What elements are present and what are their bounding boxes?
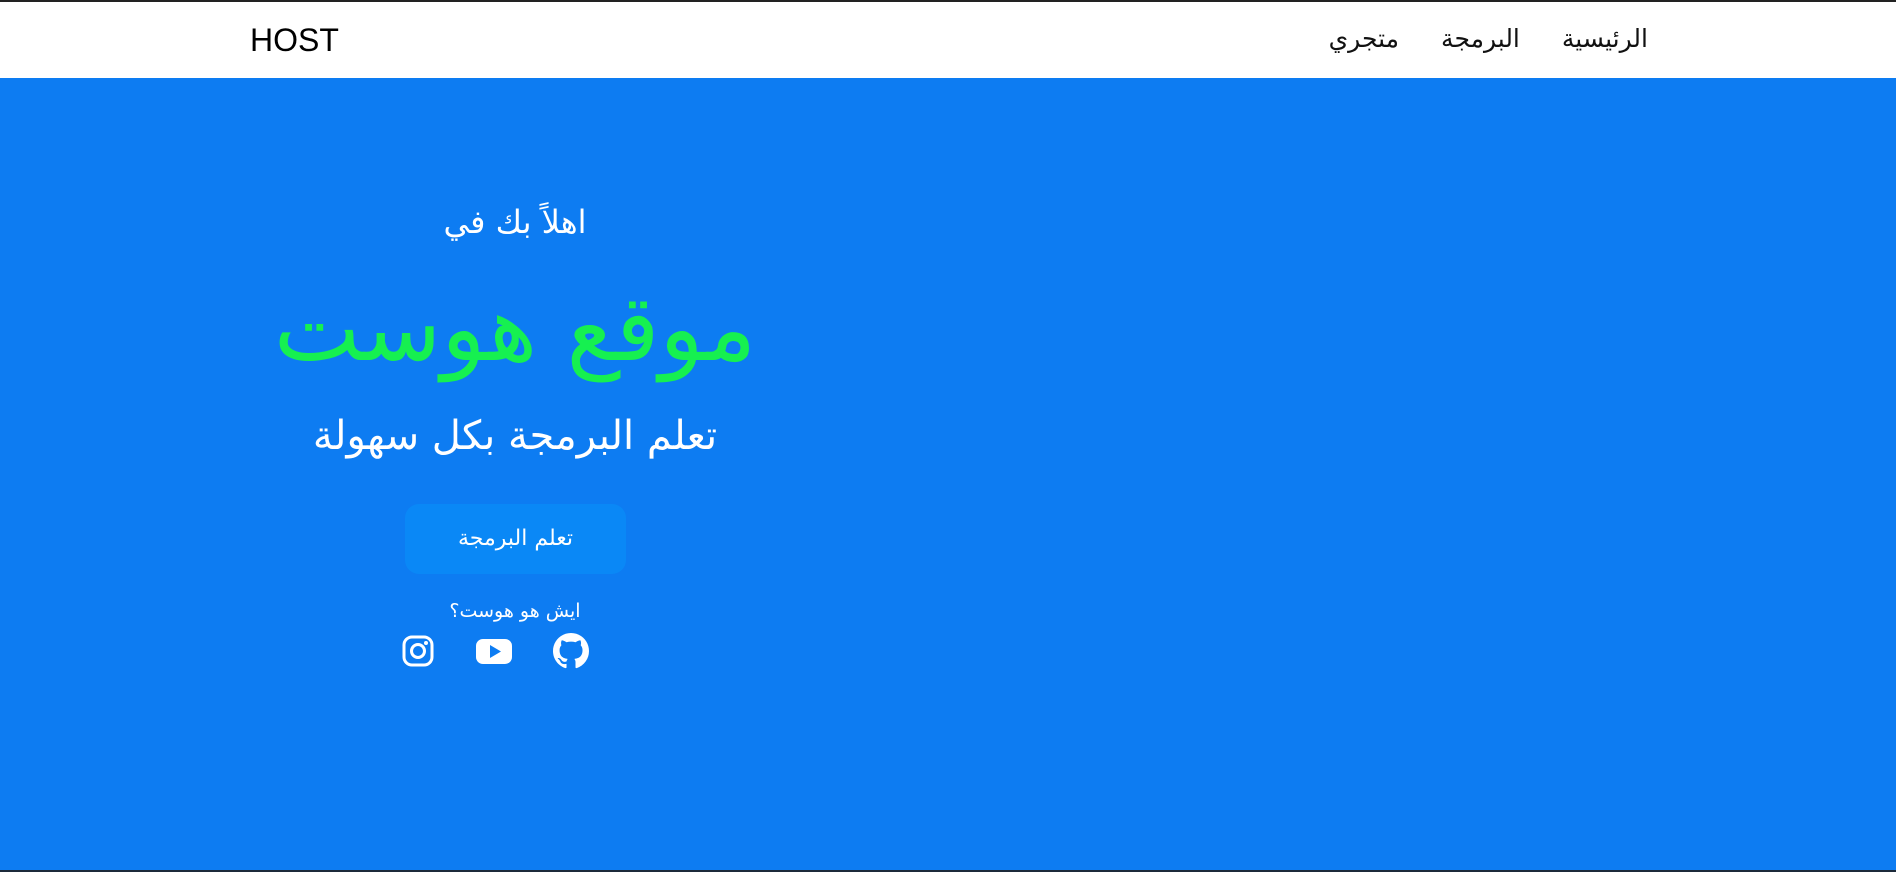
social-links xyxy=(400,633,650,673)
brand-logo[interactable]: HOST xyxy=(250,22,339,59)
youtube-icon[interactable] xyxy=(475,633,513,669)
site-name-heading: موقع هوست xyxy=(273,275,757,382)
about-host-link[interactable]: ايش هو هوست؟ xyxy=(250,600,780,622)
hero-section: اهلاً بك في موقع هوست تعلم البرمجة بكل س… xyxy=(0,78,1896,872)
nav-links: الرئيسية البرمجة متجري xyxy=(1329,24,1648,53)
tagline: تعلم البرمجة بكل سهولة xyxy=(312,413,718,459)
welcome-text: اهلاً بك في xyxy=(443,203,587,241)
nav-link-home[interactable]: الرئيسية xyxy=(1562,24,1648,53)
instagram-icon[interactable] xyxy=(400,633,436,669)
nav-link-programming[interactable]: البرمجة xyxy=(1441,24,1520,53)
page: HOST الرئيسية البرمجة متجري اهلاً بك في … xyxy=(0,0,1896,872)
nav-link-my-store[interactable]: متجري xyxy=(1329,24,1399,53)
github-icon[interactable] xyxy=(553,633,589,669)
learn-programming-button[interactable]: تعلم البرمجة xyxy=(405,504,626,574)
top-navbar: HOST الرئيسية البرمجة متجري xyxy=(0,0,1896,78)
